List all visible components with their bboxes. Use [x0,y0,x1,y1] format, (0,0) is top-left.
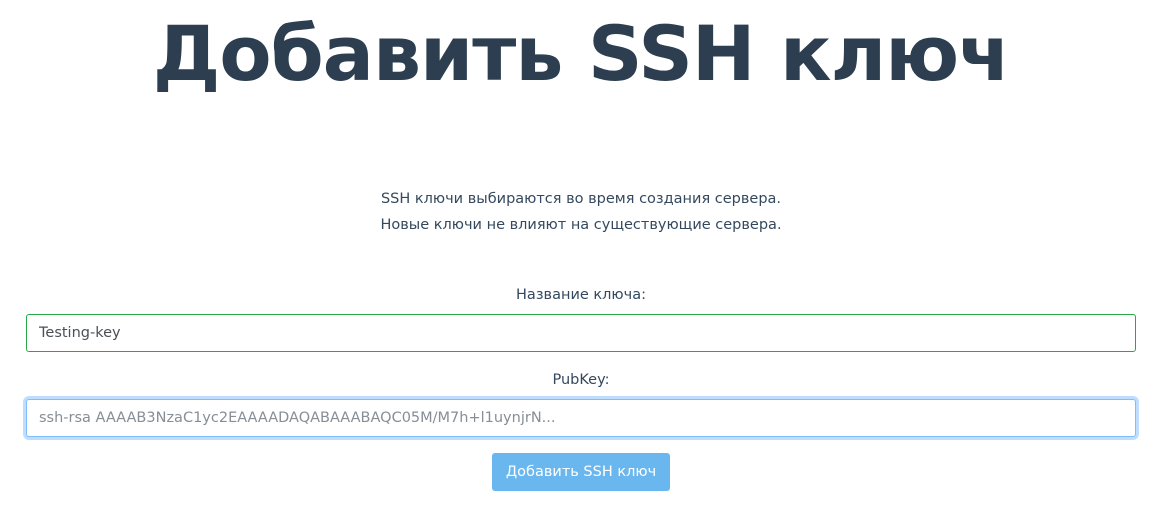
pubkey-label: PubKey: [552,372,610,388]
pubkey-input[interactable] [26,399,1136,437]
intro-line-2: Новые ключи не влияют на существующие се… [380,217,782,233]
add-ssh-key-button[interactable]: Добавить SSH ключ [492,453,670,491]
intro-line-1: SSH ключи выбираются во время создания с… [380,191,782,207]
intro-text: SSH ключи выбираются во время создания с… [0,186,1162,238]
key-name-input[interactable] [26,314,1136,352]
page-title: Добавить SSH ключ [152,9,1011,98]
key-name-label: Название ключа: [516,287,646,303]
